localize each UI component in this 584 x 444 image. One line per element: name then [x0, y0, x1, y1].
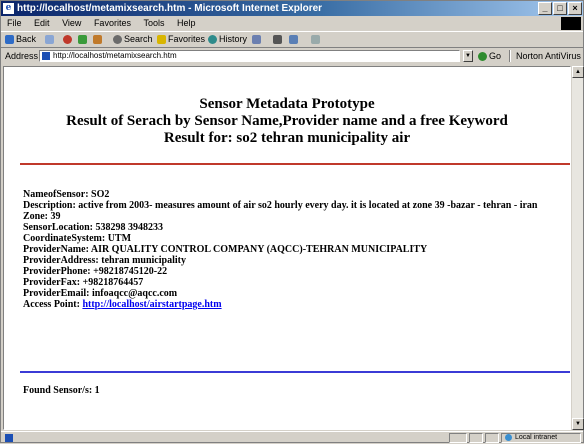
search-icon [113, 35, 122, 44]
back-arrow-icon [5, 35, 14, 44]
blue-divider [20, 371, 570, 373]
menu-edit[interactable]: Edit [34, 18, 50, 28]
provider-phone: ProviderPhone: +98218745120-22 [23, 266, 563, 277]
menu-bar: File Edit View Favorites Tools Help [1, 17, 583, 30]
found-count: Found Sensor/s: 1 [23, 385, 100, 396]
ie-logo-icon: e [3, 3, 14, 14]
menu-view[interactable]: View [62, 18, 81, 28]
page-icon [42, 52, 50, 60]
norton-label: Norton AntiVirus [516, 51, 581, 61]
provider-email: ProviderEmail: infoaqcc@aqcc.com [23, 288, 563, 299]
go-arrow-icon [478, 52, 487, 61]
refresh-button[interactable] [78, 32, 89, 47]
browser-window: e http://localhost/metamixsearch.htm - M… [0, 0, 584, 443]
history-icon [208, 35, 217, 44]
access-point-link[interactable]: http://localhost/airstartpage.htm [82, 299, 221, 310]
sensor-description: Description: active from 2003- measures … [23, 200, 563, 211]
mail-button[interactable] [252, 32, 263, 47]
address-dropdown-button[interactable]: ▼ [463, 50, 473, 62]
go-button[interactable]: Go [478, 48, 501, 64]
menu-help[interactable]: Help [177, 18, 196, 28]
globe-icon [505, 434, 512, 441]
go-label: Go [489, 48, 501, 64]
home-button[interactable] [93, 32, 104, 47]
print-icon [273, 35, 282, 44]
windows-logo-icon [561, 17, 581, 30]
stop-icon [63, 35, 72, 44]
address-input[interactable]: http://localhost/metamixsearch.htm [39, 50, 460, 62]
zone-label: Local intranet [515, 434, 557, 441]
scroll-down-button[interactable]: ▼ [572, 418, 584, 430]
window-title: http://localhost/metamixsearch.htm - Mic… [17, 1, 322, 16]
maximize-button[interactable]: □ [553, 2, 567, 15]
red-divider [20, 163, 570, 165]
sensor-zone: Zone: 39 [23, 211, 563, 222]
favorites-button[interactable]: Favorites [157, 32, 205, 47]
menu-favorites[interactable]: Favorites [94, 18, 131, 28]
access-point: Access Point: http://localhost/airstartp… [23, 299, 563, 310]
search-label: Search [124, 32, 153, 47]
stop-button[interactable] [63, 32, 74, 47]
status-pane [449, 433, 467, 443]
address-url: http://localhost/metamixsearch.htm [53, 51, 177, 60]
provider-name: ProviderName: AIR QUALITY CONTROL COMPAN… [23, 244, 563, 255]
vertical-scrollbar[interactable]: ▲ ▼ [571, 66, 583, 430]
window-controls: _ □ × [538, 2, 582, 15]
home-icon [93, 35, 102, 44]
close-button[interactable]: × [568, 2, 582, 15]
back-button[interactable]: Back [5, 32, 36, 47]
menu-file[interactable]: File [7, 18, 22, 28]
discuss-button[interactable] [311, 32, 322, 47]
sensor-name: NameofSensor: SO2 [23, 189, 563, 200]
sensor-location: SensorLocation: 538298 3948233 [23, 222, 563, 233]
minimize-button[interactable]: _ [538, 2, 552, 15]
print-button[interactable] [273, 32, 284, 47]
edit-icon [289, 35, 298, 44]
status-bar: Local intranet [1, 431, 583, 444]
search-button[interactable]: Search [113, 32, 153, 47]
sensor-details: NameofSensor: SO2 Description: active fr… [23, 189, 563, 310]
toolbar-divider [509, 50, 511, 62]
standard-toolbar: Back Search Favorites History [1, 31, 583, 48]
page-subtitle: Result of Serach by Sensor Name,Provider… [4, 113, 570, 130]
norton-antivirus-button[interactable]: Norton AntiVirus [516, 48, 584, 64]
access-point-label: Access Point: [23, 299, 82, 310]
scroll-up-button[interactable]: ▲ [572, 66, 584, 78]
refresh-icon [78, 35, 87, 44]
favorites-icon [157, 35, 166, 44]
mail-icon [252, 35, 261, 44]
history-label: History [219, 32, 247, 47]
menu-tools[interactable]: Tools [143, 18, 164, 28]
result-query: Result for: so2 tehran municipality air [4, 130, 570, 147]
favorites-label: Favorites [168, 32, 205, 47]
edit-button[interactable] [289, 32, 300, 47]
back-label: Back [16, 32, 36, 47]
address-label: Address [5, 48, 38, 64]
security-zone: Local intranet [501, 433, 581, 443]
discuss-icon [311, 35, 320, 44]
forward-button[interactable] [45, 32, 56, 47]
title-bar: e http://localhost/metamixsearch.htm - M… [1, 1, 583, 16]
done-page-icon [5, 434, 13, 442]
address-bar: Address http://localhost/metamixsearch.h… [1, 48, 583, 64]
coordinate-system: CoordinateSystem: UTM [23, 233, 563, 244]
status-pane [469, 433, 483, 443]
status-pane [485, 433, 499, 443]
provider-fax: ProviderFax: +98218764457 [23, 277, 563, 288]
history-button[interactable]: History [208, 32, 247, 47]
forward-arrow-icon [45, 35, 54, 44]
page-content: Sensor Metadata Prototype Result of Sera… [3, 66, 571, 430]
provider-address: ProviderAddress: tehran municipality [23, 255, 563, 266]
page-title: Sensor Metadata Prototype [4, 96, 570, 113]
